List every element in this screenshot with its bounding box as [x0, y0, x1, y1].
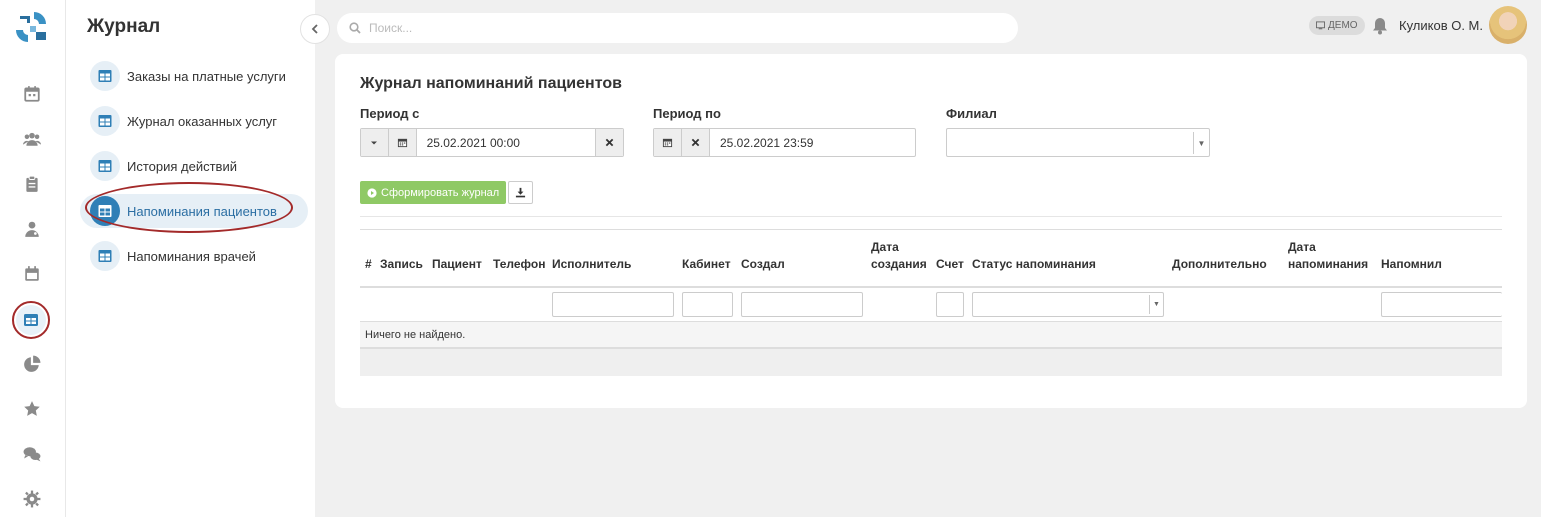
pie-chart-icon[interactable] — [19, 351, 45, 377]
clipboard-icon[interactable] — [19, 171, 45, 197]
play-circle-icon — [367, 187, 377, 198]
reminders-table: # Запись Пациент Телефон Исполнитель Каб… — [360, 229, 1502, 376]
column-created-date[interactable]: Дата создания — [871, 239, 927, 273]
period-from-input[interactable]: 25.02.2021 00:00 — [417, 129, 596, 156]
period-from-control: 25.02.2021 00:00 — [360, 128, 624, 157]
generate-journal-button[interactable]: Сформировать журнал — [360, 181, 507, 204]
calendar-icon — [662, 138, 673, 148]
submenu-item-label: История действий — [127, 158, 237, 174]
calendar-icon[interactable] — [19, 81, 45, 107]
filter-created-by-input[interactable] — [741, 292, 863, 317]
download-icon — [515, 187, 526, 198]
branch-label: Филиал — [946, 106, 997, 121]
clear-period-to-button[interactable] — [682, 129, 710, 156]
period-from-label: Период с — [360, 106, 420, 121]
submenu-item-label: Напоминания врачей — [127, 248, 256, 264]
collapse-sidebar-button[interactable] — [300, 14, 330, 44]
icon-rail — [0, 0, 66, 517]
notifications-bell-icon[interactable] — [1372, 17, 1388, 35]
chat-icon[interactable] — [19, 441, 45, 467]
demo-badge: ДЕМО — [1309, 16, 1365, 35]
submenu-item-services-journal[interactable]: Журнал оказанных услуг — [88, 104, 318, 138]
period-to-label: Период по — [653, 106, 721, 121]
branch-select[interactable]: ▼ — [946, 128, 1210, 157]
settings-icon[interactable] — [19, 486, 45, 512]
calendar-icon — [397, 138, 407, 148]
column-performer[interactable]: Исполнитель — [552, 256, 631, 273]
calendar-button[interactable] — [654, 129, 682, 156]
table-icon — [90, 151, 120, 181]
submenu-item-label: Журнал оказанных услуг — [127, 113, 278, 129]
column-room[interactable]: Кабинет — [682, 256, 731, 273]
filter-status-select[interactable]: ▼ — [972, 292, 1164, 317]
submenu-item-paid-orders[interactable]: Заказы на платные услуги — [88, 59, 318, 93]
monitor-icon — [1316, 21, 1325, 30]
table-footer — [360, 348, 1502, 376]
submenu-item-doctor-reminders[interactable]: Напоминания врачей — [88, 239, 318, 273]
column-phone[interactable]: Телефон — [493, 256, 545, 273]
filter-reminded-by-input[interactable] — [1381, 292, 1502, 317]
column-additional[interactable]: Дополнительно — [1172, 256, 1267, 273]
calendar-button[interactable] — [388, 129, 417, 156]
filter-performer-input[interactable] — [552, 292, 674, 317]
table-icon — [90, 61, 120, 91]
submenu-item-label: Напоминания пациентов — [127, 203, 277, 219]
column-reminder-status[interactable]: Статус напоминания — [972, 256, 1096, 273]
column-reminded-by[interactable]: Напомнил — [1381, 256, 1442, 273]
demo-badge-label: ДЕМО — [1328, 20, 1358, 31]
column-invoice[interactable]: Счет — [936, 256, 964, 273]
table-icon — [90, 241, 120, 271]
empty-message: Ничего не найдено. — [360, 322, 1502, 348]
column-reminder-date[interactable]: Дата напоминания — [1288, 239, 1368, 273]
period-to-control: 25.02.2021 23:59 — [653, 128, 916, 157]
close-icon — [605, 138, 614, 147]
download-button[interactable] — [508, 181, 533, 204]
period-to-input[interactable]: 25.02.2021 23:59 — [710, 129, 813, 156]
clear-period-from-button[interactable] — [595, 129, 623, 156]
generate-journal-label: Сформировать журнал — [381, 186, 500, 199]
journal-icon[interactable] — [12, 301, 50, 339]
submenu-title: Журнал — [87, 16, 161, 37]
filter-room-input[interactable] — [682, 292, 733, 317]
caret-down-icon — [371, 141, 378, 144]
close-icon — [691, 138, 700, 147]
column-created-by[interactable]: Создал — [741, 256, 785, 273]
user-avatar[interactable] — [1489, 6, 1527, 44]
column-number[interactable]: # — [365, 256, 372, 273]
page-title: Журнал напоминаний пациентов — [360, 75, 622, 92]
column-appointment[interactable]: Запись — [380, 256, 423, 273]
search-bar[interactable] — [337, 13, 1018, 43]
period-preset-dropdown[interactable] — [361, 129, 389, 156]
search-input[interactable] — [369, 21, 969, 35]
submenu-item-action-history[interactable]: История действий — [88, 149, 318, 183]
table-icon — [90, 196, 120, 226]
column-patient[interactable]: Пациент — [432, 256, 482, 273]
caret-down-icon: ▼ — [1193, 132, 1209, 154]
user-name[interactable]: Куликов О. М. — [1399, 18, 1483, 33]
chevron-left-icon — [311, 24, 318, 34]
caret-down-icon: ▼ — [1149, 295, 1163, 314]
journal-submenu: Журнал Заказы на платные услуги Журнал о… — [66, 0, 315, 517]
filter-row: ▼ — [360, 288, 1502, 322]
filter-invoice-input[interactable] — [936, 292, 964, 317]
users-icon[interactable] — [19, 126, 45, 152]
main-card: Журнал напоминаний пациентов Период с 25… — [335, 54, 1527, 408]
table-header: # Запись Пациент Телефон Исполнитель Каб… — [360, 229, 1502, 288]
submenu-item-patient-reminders[interactable]: Напоминания пациентов — [80, 194, 308, 228]
star-icon[interactable] — [19, 396, 45, 422]
doctor-icon[interactable] — [19, 216, 45, 242]
table-icon — [90, 106, 120, 136]
search-icon — [349, 22, 361, 34]
calendar-alt-icon[interactable] — [19, 261, 45, 287]
submenu-item-label: Заказы на платные услуги — [127, 68, 286, 84]
divider — [360, 216, 1502, 217]
app-logo[interactable] — [12, 8, 52, 48]
